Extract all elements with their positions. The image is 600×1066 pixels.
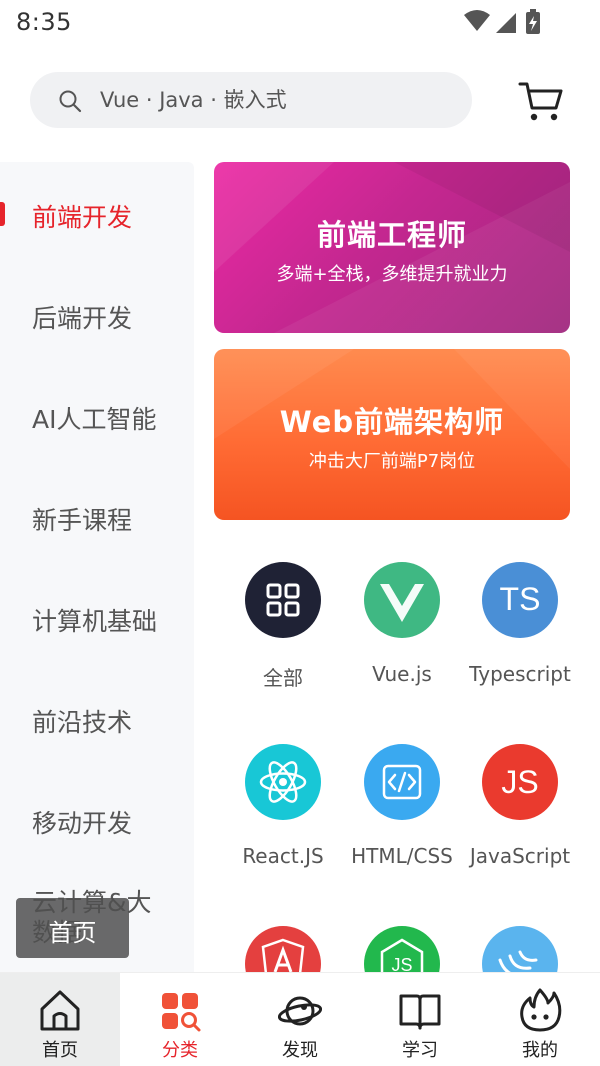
- grid-icon: [245, 562, 321, 638]
- svg-text:JS: JS: [501, 764, 538, 800]
- toast-message: 首页: [16, 898, 129, 958]
- sidebar-item-backend[interactable]: 后端开发: [0, 265, 194, 365]
- planet-icon: [278, 996, 322, 1026]
- sidebar-item-cs-basics[interactable]: 计算机基础: [0, 568, 194, 668]
- vue-icon: [364, 562, 440, 638]
- status-time: 8:35: [16, 8, 72, 36]
- nav-label: 我的: [522, 1040, 558, 1061]
- sidebar-item-label: 前沿技术: [32, 708, 133, 737]
- sidebar-item-ai[interactable]: AI人工智能: [0, 366, 194, 466]
- category-grid: 全部 Vue.js TS Typescript React.JS HTML/CS…: [200, 540, 600, 972]
- bottom-nav: 首页 分类 发现 学习 我的: [0, 972, 600, 1066]
- battery-charging-icon: [526, 9, 540, 34]
- sidebar-item-label: 移动开发: [32, 809, 133, 838]
- banner-title: Web前端架构师: [279, 405, 505, 439]
- nav-discover[interactable]: 发现: [240, 973, 360, 1066]
- banner-title: 前端工程师: [316, 218, 467, 252]
- sidebar-item-beginner[interactable]: 新手课程: [0, 467, 194, 567]
- nav-category[interactable]: 分类: [120, 973, 240, 1066]
- banner-subtitle: 冲击大厂前端P7岗位: [308, 451, 476, 472]
- nav-home[interactable]: 首页: [0, 973, 120, 1066]
- nav-label: 发现: [282, 1040, 318, 1061]
- book-icon: [399, 994, 441, 1030]
- html-code-icon: [364, 744, 440, 820]
- react-icon: [245, 744, 321, 820]
- javascript-icon: JS: [482, 744, 558, 820]
- wifi-icon: [464, 10, 490, 31]
- svg-text:JS: JS: [391, 955, 412, 972]
- sidebar-item-label: 新手课程: [32, 506, 133, 535]
- category-icon: [162, 993, 201, 1032]
- category-all[interactable]: 全部: [223, 562, 343, 712]
- status-icons: [464, 9, 540, 34]
- svg-text:TS: TS: [500, 581, 541, 617]
- search-input[interactable]: [100, 72, 450, 128]
- banner-web-architect[interactable]: Web前端架构师 冲击大厂前端P7岗位: [214, 349, 570, 520]
- category-vue[interactable]: Vue.js: [342, 562, 462, 712]
- search-box[interactable]: [30, 72, 472, 128]
- angular-icon: [245, 926, 321, 972]
- sidebar-item-mobile[interactable]: 移动开发: [0, 770, 194, 870]
- cellular-signal-icon: [496, 13, 516, 33]
- jquery-icon: [482, 926, 558, 972]
- nav-label: 学习: [402, 1040, 438, 1061]
- category-angular[interactable]: [223, 926, 343, 972]
- active-indicator: [0, 202, 5, 226]
- toast-text: 首页: [48, 919, 97, 947]
- sidebar-item-label: 后端开发: [32, 304, 133, 333]
- search-icon: [59, 90, 82, 113]
- flame-face-icon: [520, 988, 562, 1032]
- cart-icon[interactable]: [518, 80, 564, 124]
- category-typescript[interactable]: TS Typescript: [460, 562, 580, 712]
- sidebar-item-label: 计算机基础: [32, 607, 158, 636]
- nav-label: 首页: [42, 1040, 78, 1061]
- category-nodejs[interactable]: JS: [342, 926, 462, 972]
- status-bar: 8:35: [0, 0, 600, 48]
- sidebar-item-label: AI人工智能: [32, 405, 157, 434]
- category-react[interactable]: React.JS: [223, 744, 343, 894]
- banner-frontend-engineer[interactable]: 前端工程师 多端+全栈，多维提升就业力: [214, 162, 570, 333]
- typescript-icon: TS: [482, 562, 558, 638]
- nav-mine[interactable]: 我的: [480, 973, 600, 1066]
- sidebar-item-label: 前端开发: [32, 203, 133, 232]
- nav-study[interactable]: 学习: [360, 973, 480, 1066]
- sidebar-item-frontier-tech[interactable]: 前沿技术: [0, 669, 194, 769]
- banner-subtitle: 多端+全栈，多维提升就业力: [276, 264, 508, 285]
- category-html-css[interactable]: HTML/CSS: [342, 744, 462, 894]
- nodejs-icon: JS: [364, 926, 440, 972]
- category-label: JavaScript: [469, 844, 571, 868]
- category-label: Typescript: [469, 662, 571, 686]
- category-sidebar[interactable]: 前端开发 后端开发 AI人工智能 新手课程 计算机基础 前沿技术 移动开发 云计…: [0, 162, 194, 972]
- category-jquery[interactable]: [460, 926, 580, 972]
- sidebar-item-frontend[interactable]: 前端开发: [0, 164, 194, 264]
- nav-label: 分类: [162, 1040, 198, 1061]
- home-icon: [40, 990, 80, 1031]
- category-javascript[interactable]: JS JavaScript: [460, 744, 580, 894]
